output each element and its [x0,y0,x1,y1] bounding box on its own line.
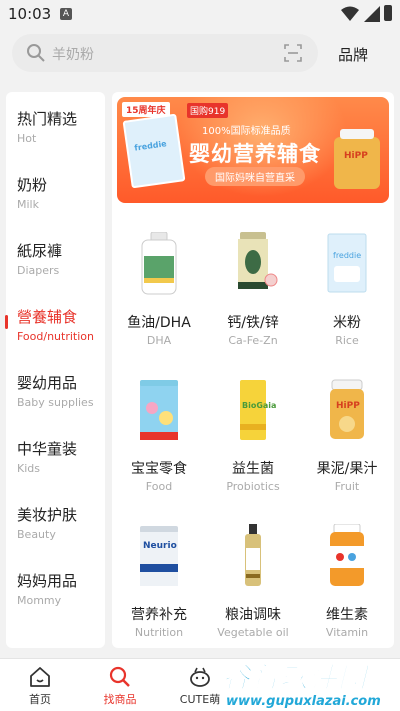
sidebar-item-label: 營養辅食 [17,308,78,326]
status-time: 10:03 [8,5,52,23]
banner-subtitle: 100%国际标准品质 [202,126,291,137]
cereal-box-image: freddie [122,113,186,189]
sidebar-item-sub: Hot [17,132,37,145]
category-label: 营养补充 [131,607,187,623]
category-fruit[interactable]: HiPP 果泥/果汁 Fruit [300,364,394,504]
active-indicator [5,315,8,329]
banner-tagline: 国际妈咪自营直采 [205,167,305,186]
category-label: 维生素 [326,607,368,623]
main-area: 热门精选 Hot 奶粉 Milk 紙尿褲 Diapers 營養辅食 Food/nutri… [0,82,400,658]
sidebar-item-sub: Diapers [17,264,60,277]
category-sub: Food [145,480,173,493]
category-label: 益生菌 [232,461,274,477]
sidebar-item-label: 奶粉 [17,176,48,194]
calcium-jar-icon [238,232,278,289]
category-sub: Fruit [334,480,360,493]
sidebar-item-kids[interactable]: 中华童装 Kids [6,432,105,488]
sidebar-item-hot[interactable]: 热门精选 Hot [6,102,105,158]
sidebar-item-food-nutrition[interactable]: 營養辅食 Food/nutrition [5,300,105,356]
category-label: 鱼油/DHA [127,315,191,331]
sidebar-item-label: 紙尿褲 [17,242,63,260]
promo-banner[interactable]: 15周年庆 国购919 freddie 100%国际标准品质 婴幼营养辅食 国际… [117,97,389,203]
svg-text:BioGaia: BioGaia [242,401,276,410]
category-sub: Ca-Fe-Zn [228,334,278,347]
sidebar-item-sub: Baby supplies [17,396,94,409]
puree-jar-image: HiPP [334,129,380,189]
sidebar-item-sub: Beauty [17,528,56,541]
category-ca-fe-zn[interactable]: 钙/铁/锌 Ca-Fe-Zn [206,218,300,358]
sidebar-item-label: 中华童装 [17,440,78,458]
scan-icon[interactable] [284,44,302,62]
watermark-logo: 谷普软件园 www.gupuxlazai.com [221,656,398,711]
category-vitamin[interactable]: 维生素 Vitamin [300,510,394,648]
home-icon [30,667,50,687]
cereal-box-brand: freddie [133,139,168,153]
tab-home[interactable]: 首页 [0,659,80,711]
tab-find-products[interactable]: 找商品 [80,659,160,711]
watermark-url: www.gupuxlazai.com [226,694,381,709]
sidebar-item-label: 热门精选 [17,110,78,128]
cute-face-icon [190,667,210,687]
category-sub: Rice [335,334,359,347]
search-input[interactable]: 羊奶粉 [52,44,94,64]
probiotics-box-icon: BioGaia [240,380,276,440]
snack-can-icon [140,380,178,440]
search-bar[interactable]: 羊奶粉 [12,34,318,72]
category-sidebar: 热门精选 Hot 奶粉 Milk 紙尿褲 Diapers 營養辅食 Food/nutri… [5,92,105,648]
oil-bottle-icon [245,524,261,586]
category-content: 15周年庆 国购919 freddie 100%国际标准品质 婴幼营养辅食 国际… [112,92,394,648]
rice-cereal-box-icon: freddie [327,233,367,293]
category-label: 果泥/果汁 [316,461,378,477]
vitamin-jar-icon [330,524,364,586]
category-sub: Nutrition [134,626,184,639]
category-label: 钙/铁/锌 [227,315,279,331]
sidebar-item-label: 婴幼用品 [17,374,78,392]
nutrition-can-icon: Neurio [140,526,178,586]
banner-title: 婴幼营养辅食 [189,142,321,166]
sidebar-item-diapers[interactable]: 紙尿褲 Diapers [6,234,105,290]
sidebar-item-sub: Kids [17,462,40,475]
category-sub: DHA [146,334,172,347]
status-bar: 10:03 A [0,0,400,28]
svg-text:HiPP: HiPP [336,401,360,411]
tab-label: 首页 [29,693,51,706]
brand-button[interactable]: 品牌 [338,44,368,65]
sidebar-item-mommy[interactable]: 妈妈用品 Mommy [6,564,105,620]
category-label: 粮油调味 [225,607,281,623]
sidebar-item-label: 妈妈用品 [17,572,78,590]
fish-oil-bottle-icon [141,232,177,295]
search-icon [27,44,45,62]
search-icon [109,666,130,687]
category-probiotics[interactable]: BioGaia 益生菌 Probiotics [206,364,300,504]
category-label: 宝宝零食 [131,461,187,477]
sidebar-item-sub: Milk [17,198,39,211]
sidebar-item-label: 美妆护肤 [17,506,78,524]
category-sub: Probiotics [226,480,280,493]
jar-brand: HiPP [344,151,368,161]
category-sub: Vegetable oil [217,626,289,639]
sidebar-item-sub: Mommy [17,594,62,607]
wifi-icon [341,6,359,21]
tab-label: 找商品 [103,693,137,706]
category-nutrition[interactable]: Neurio 营养补充 Nutrition [112,510,206,648]
category-sub: Vitamin [325,626,369,639]
sidebar-item-baby-supplies[interactable]: 婴幼用品 Baby supplies [6,366,105,422]
sidebar-item-beauty[interactable]: 美妆护肤 Beauty [6,498,105,554]
battery-icon [384,5,392,21]
watermark-title: 谷普软件园 [221,661,368,695]
jar-lid [340,129,374,139]
fruit-puree-jar-icon: HiPP [330,379,364,439]
category-rice[interactable]: freddie 米粉 Rice [300,218,394,358]
category-food[interactable]: 宝宝零食 Food [112,364,206,504]
signal-icon [364,6,380,22]
category-label: 米粉 [333,315,361,331]
svg-text:freddie: freddie [333,251,361,260]
event-badge: 国购919 [187,103,229,118]
category-vegetable-oil[interactable]: 粮油调味 Vegetable oil [206,510,300,648]
sidebar-item-sub: Food/nutrition [17,330,94,343]
sidebar-item-milk[interactable]: 奶粉 Milk [6,168,105,224]
svg-text:Neurio: Neurio [143,541,177,551]
category-dha[interactable]: 鱼油/DHA DHA [112,218,206,358]
notification-icon: A [60,8,72,20]
